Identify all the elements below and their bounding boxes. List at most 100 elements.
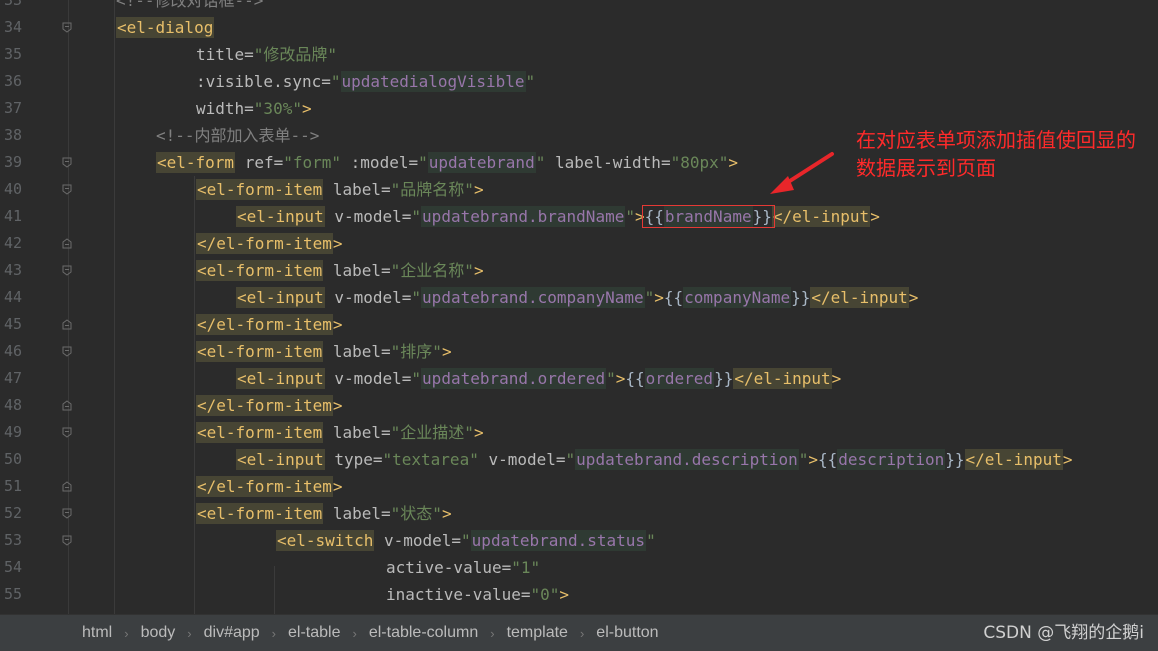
line-number: 46 xyxy=(3,342,22,360)
code-text: <el-form-item label="排序"> xyxy=(196,338,452,365)
annotation-text: 在对应表单项添加插值使回显的数据展示到页面 xyxy=(856,128,1136,180)
fold-open-icon[interactable] xyxy=(62,346,72,357)
breadcrumb-item[interactable]: div#app xyxy=(204,624,260,642)
breadcrumb-separator-icon: › xyxy=(187,625,192,641)
watermark: CSDN @飞翔的企鹅i xyxy=(983,623,1144,643)
string-token: "企业名称" xyxy=(390,261,474,280)
line-number: 42 xyxy=(3,234,22,252)
tag-bracket: > xyxy=(870,207,880,226)
code-line[interactable]: 42 </el-form-item> xyxy=(0,230,1158,257)
line-number: 44 xyxy=(3,288,22,306)
fold-open-icon[interactable] xyxy=(62,535,72,546)
code-line[interactable]: 50 <el-input type="textarea" v-model="upd… xyxy=(0,446,1158,473)
code-line[interactable]: 52 <el-form-item label="状态"> xyxy=(0,500,1158,527)
string-token: "修改品牌" xyxy=(253,45,338,64)
punctuation-token: }} xyxy=(945,450,965,469)
fold-close-icon[interactable] xyxy=(62,238,72,249)
line-number: 52 xyxy=(3,504,22,522)
code-line[interactable]: 36:visible.sync="updatedialogVisible" xyxy=(0,68,1158,95)
code-text: <el-input v-model="updatebrand.brandName… xyxy=(236,203,880,230)
code-line[interactable]: 48 </el-form-item> xyxy=(0,392,1158,419)
code-line[interactable]: 53 <el-switch v-model="updatebrand.status… xyxy=(0,527,1158,554)
string-token: " xyxy=(565,450,576,469)
line-number: 40 xyxy=(3,180,22,198)
breadcrumb-separator-icon: › xyxy=(271,625,277,641)
line-number: 53 xyxy=(3,531,22,549)
breadcrumb: html › body › div#app › el-table › el-table-colu… xyxy=(82,615,659,651)
code-text: </el-form-item> xyxy=(196,392,343,419)
line-number: 55 xyxy=(3,585,22,603)
string-token: " xyxy=(418,153,428,172)
line-number: 48 xyxy=(3,396,22,414)
fold-open-icon[interactable] xyxy=(62,427,72,438)
breadcrumb-item[interactable]: template xyxy=(507,624,568,642)
breadcrumb-item[interactable]: el-button xyxy=(596,624,658,642)
string-token: " xyxy=(411,369,422,388)
breadcrumb-item[interactable]: el-table-column xyxy=(369,624,478,642)
expression-token: companyName xyxy=(683,287,792,308)
attribute-token: ref= xyxy=(235,153,284,172)
fold-close-icon[interactable] xyxy=(62,400,72,411)
breadcrumb-item[interactable]: html xyxy=(82,624,112,642)
code-line[interactable]: 44 <el-input v-model="updatebrand.company… xyxy=(0,284,1158,311)
code-line[interactable]: 45 </el-form-item> xyxy=(0,311,1158,338)
line-number: 51 xyxy=(3,477,22,495)
string-token: " xyxy=(798,450,809,469)
line-number: 34 xyxy=(3,18,22,36)
fold-open-icon[interactable] xyxy=(62,508,72,519)
expression-token: description xyxy=(837,449,946,470)
string-token: "30%" xyxy=(253,99,302,118)
string-token: " xyxy=(625,207,635,226)
line-number: 38 xyxy=(3,126,22,144)
code-line[interactable]: 37 width="30%"> xyxy=(0,95,1158,122)
attribute-token: width= xyxy=(196,99,254,118)
fold-open-icon[interactable] xyxy=(62,157,72,168)
code-line[interactable]: 54 active-value="1" xyxy=(0,554,1158,581)
tag-bracket: > xyxy=(473,423,484,442)
breadcrumb-item[interactable]: el-table xyxy=(288,624,340,642)
attribute-token: label-width= xyxy=(545,153,671,172)
string-token: " xyxy=(411,288,422,307)
code-text: active-value="1" xyxy=(386,554,540,581)
code-line[interactable]: 34 <el-dialog xyxy=(0,14,1158,41)
code-text: <el-form-item label="品牌名称"> xyxy=(196,176,484,203)
tag-bracket: > xyxy=(332,234,343,253)
tag-token: </el-form-item xyxy=(196,233,333,254)
tag-bracket: > xyxy=(728,153,739,172)
code-line[interactable]: 47 <el-input v-model="updatebrand.ordered… xyxy=(0,365,1158,392)
line-number: 49 xyxy=(3,423,22,441)
fold-open-icon[interactable] xyxy=(62,265,72,276)
code-line[interactable]: 51 </el-form-item> xyxy=(0,473,1158,500)
code-line[interactable]: 43 <el-form-item label="企业名称"> xyxy=(0,257,1158,284)
string-token: "品牌名称" xyxy=(390,180,474,199)
line-number: 54 xyxy=(3,558,22,576)
breadcrumb-separator-icon: › xyxy=(352,625,357,641)
tag-bracket: > xyxy=(559,585,570,604)
string-token: " xyxy=(411,207,422,226)
attribute-token: v-model= xyxy=(324,369,412,388)
fold-open-icon[interactable] xyxy=(62,22,72,33)
code-line[interactable]: 33 <!--修改对话框--> xyxy=(0,0,1158,14)
tag-token: <el-dialog xyxy=(116,17,215,38)
code-text: <!--内部加入表单--> xyxy=(156,122,319,149)
status-bar: html › body › div#app › el-table › el-table-colu… xyxy=(0,614,1158,651)
string-token: "企业描述" xyxy=(390,423,474,442)
code-line[interactable]: 46 <el-form-item label="排序"> xyxy=(0,338,1158,365)
fold-open-icon[interactable] xyxy=(62,184,72,195)
tag-bracket: > xyxy=(301,99,312,118)
tag-bracket: > xyxy=(473,261,484,280)
code-line[interactable]: 35 title="修改品牌" xyxy=(0,41,1158,68)
breadcrumb-item[interactable]: body xyxy=(141,624,176,642)
code-line[interactable]: 41 <el-input v-model="updatebrand.brandNa… xyxy=(0,203,1158,230)
attribute-token: v-model= xyxy=(374,531,462,550)
expression-token: updatebrand.companyName xyxy=(421,287,645,308)
fold-close-icon[interactable] xyxy=(62,481,72,492)
fold-close-icon[interactable] xyxy=(62,319,72,330)
line-number: 43 xyxy=(3,261,22,279)
attribute-token: label= xyxy=(323,504,391,523)
code-editor[interactable]: 33 <!--修改对话框--> 34 <el-dialog 35 title="修改品牌"… xyxy=(0,0,1158,614)
code-line[interactable]: 55 inactive-value="0"> xyxy=(0,581,1158,608)
breadcrumb-separator-icon: › xyxy=(579,625,585,641)
code-line[interactable]: 49 <el-form-item label="企业描述"> xyxy=(0,419,1158,446)
code-text: :visible.sync="updatedialogVisible" xyxy=(196,68,535,95)
